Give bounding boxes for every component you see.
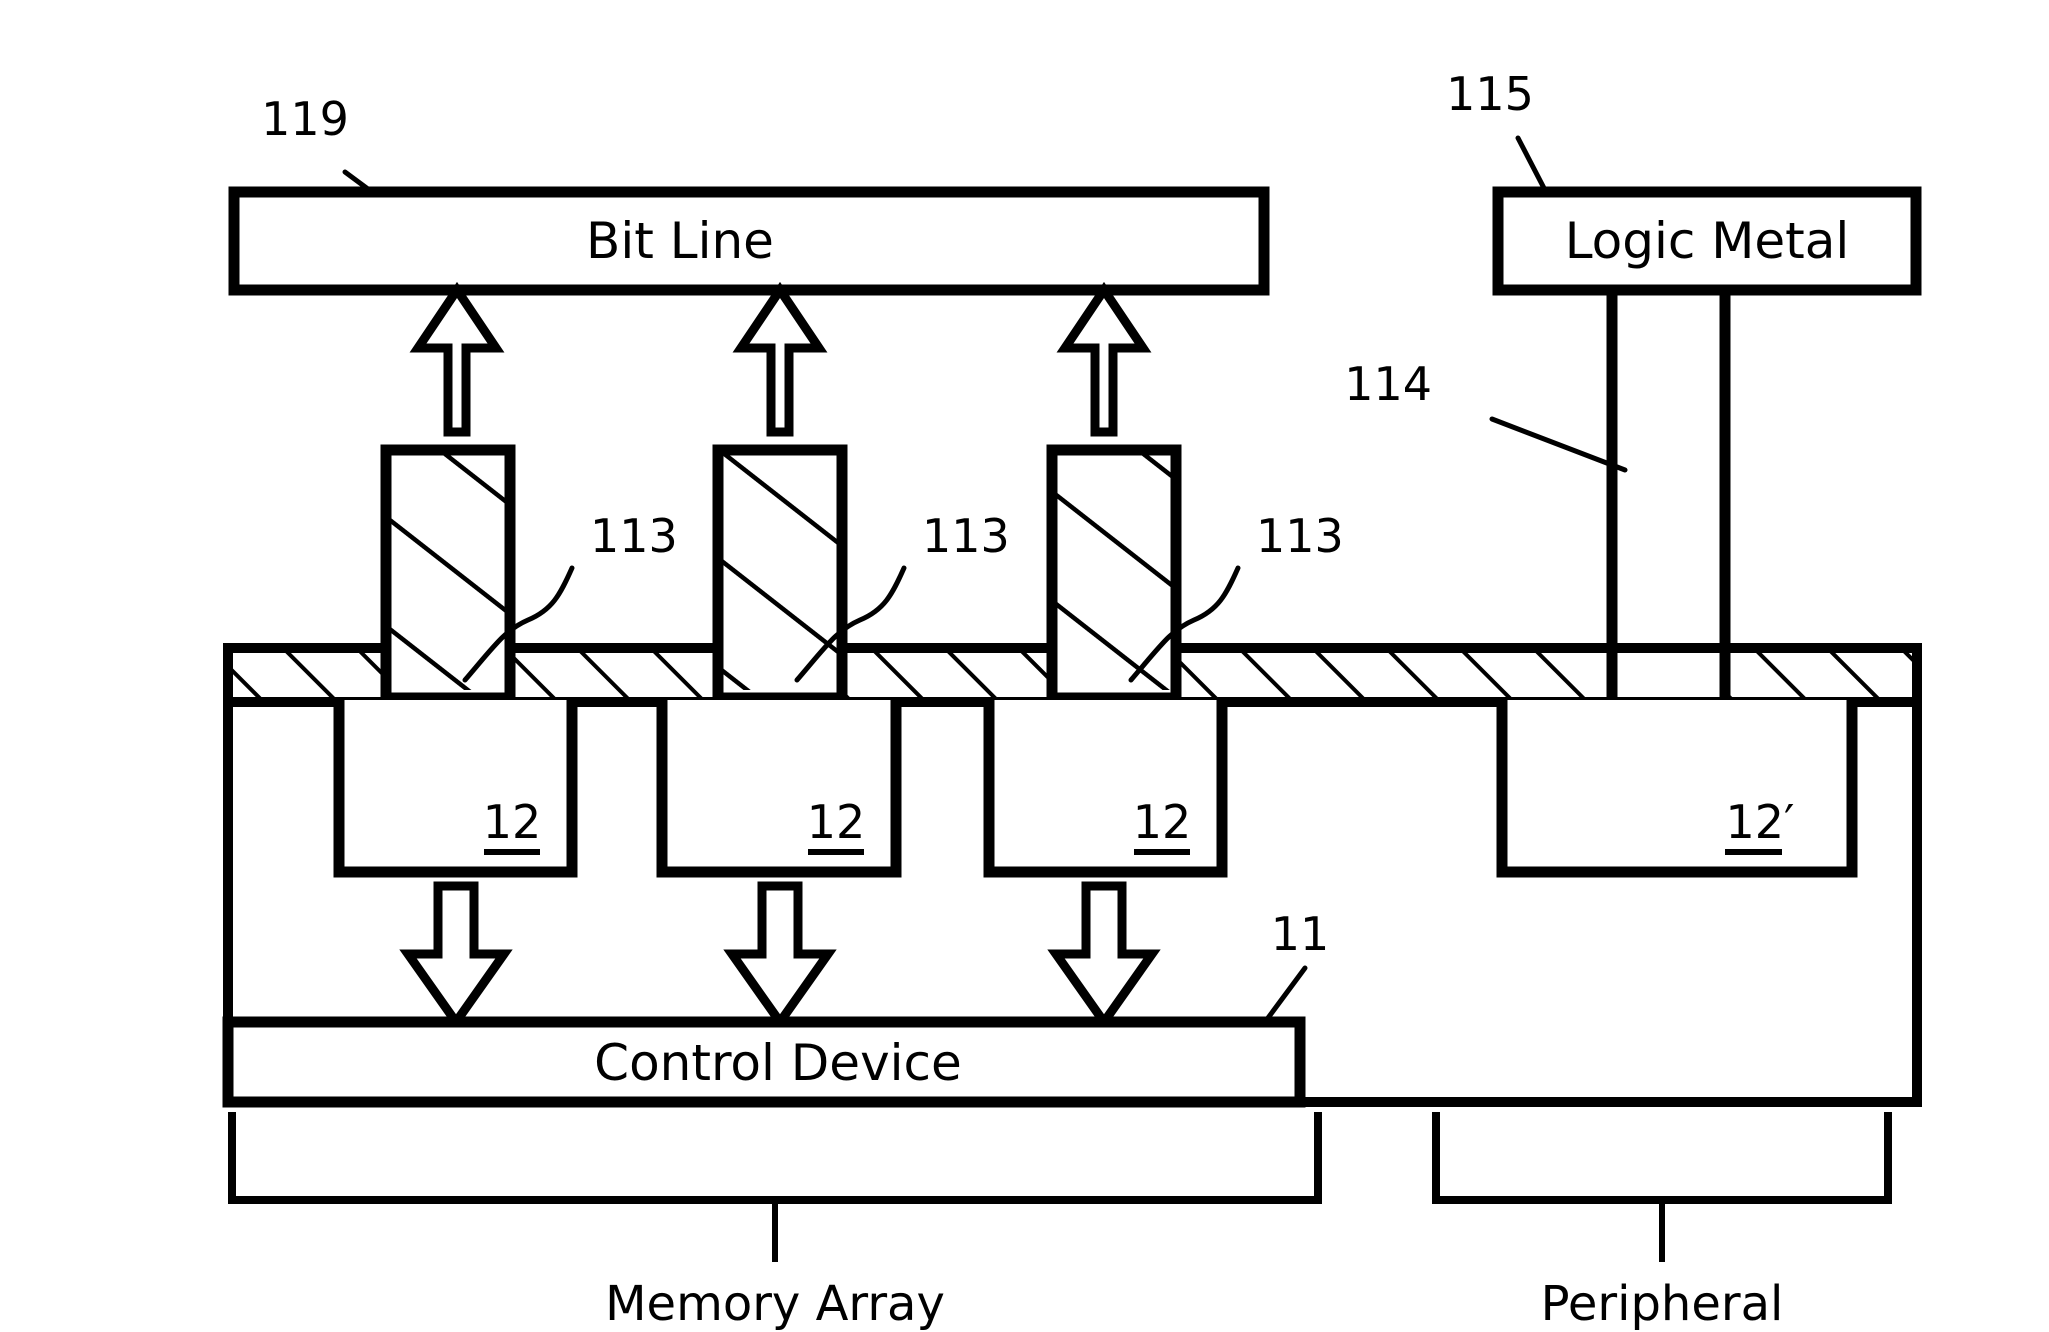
logic-via-reference: 114 (1344, 357, 1628, 473)
peripheral-cell-prime: ′ (1784, 795, 1794, 849)
memory-cell-1-ref-number: 12 (483, 795, 542, 849)
memory-cell-2-ref-number: 12 (807, 795, 866, 849)
figure-root: Bit Line 119 Logic Metal 115 114 113 113… (0, 0, 2049, 1332)
memory-cell-3[interactable]: 12 (983, 700, 1228, 878)
logic-metal-leader (1515, 135, 1549, 195)
memory-array-section: Memory Array (228, 1112, 1322, 1332)
logic-via-ref-number: 114 (1344, 357, 1432, 411)
peripheral-bracket (1432, 1112, 1892, 1204)
bit-line-block[interactable]: Bit Line (228, 186, 1270, 296)
bit-line-ref-number: 119 (261, 92, 349, 146)
memory-cell-1[interactable]: 12 (333, 700, 578, 878)
logic-metal-reference: 115 (1446, 67, 1549, 195)
memory-array-bracket (228, 1112, 1322, 1204)
pillar-1-ref-number: 113 (590, 509, 678, 563)
logic-metal-label: Logic Metal (1565, 212, 1850, 270)
memory-pillar-3[interactable] (1046, 444, 1182, 704)
peripheral-section: Peripheral (1432, 1112, 1892, 1332)
peripheral-cell-outline[interactable] (1496, 700, 1858, 878)
up-arrow-3 (1056, 281, 1152, 437)
bit-line-label: Bit Line (586, 212, 774, 270)
logic-via (1606, 290, 1731, 700)
memory-array-label: Memory Array (605, 1276, 945, 1332)
patent-figure-svg: Bit Line 119 Logic Metal 115 114 113 113… (222, 67, 1922, 1332)
memory-cell-2[interactable]: 12 (656, 700, 902, 878)
pillar-3-ref-number: 113 (1256, 509, 1344, 563)
up-arrow-group (409, 281, 1152, 437)
control-device-label: Control Device (594, 1034, 962, 1092)
up-arrow-2 (732, 281, 828, 437)
logic-via-leader (1489, 416, 1628, 473)
memory-cell-3-ref-number: 12 (1133, 795, 1192, 849)
control-device-ref-number: 11 (1271, 907, 1330, 961)
up-arrow-1 (409, 281, 505, 437)
peripheral-label: Peripheral (1541, 1276, 1784, 1332)
control-device-block[interactable]: Control Device (222, 1016, 1306, 1108)
peripheral-cell[interactable]: 12′ (1496, 700, 1858, 878)
memory-pillar-1[interactable] (380, 444, 516, 704)
memory-pillar-2[interactable] (712, 444, 848, 704)
logic-metal-block[interactable]: Logic Metal (1492, 186, 1922, 296)
logic-via-walls (1606, 290, 1731, 700)
peripheral-cell-ref-number: 12′ (1726, 795, 1795, 849)
pillar-2-ref-number: 113 (922, 509, 1010, 563)
logic-metal-ref-number: 115 (1446, 67, 1534, 121)
peripheral-cell-number: 12 (1726, 795, 1785, 849)
bit-line-reference: 119 (261, 92, 375, 195)
